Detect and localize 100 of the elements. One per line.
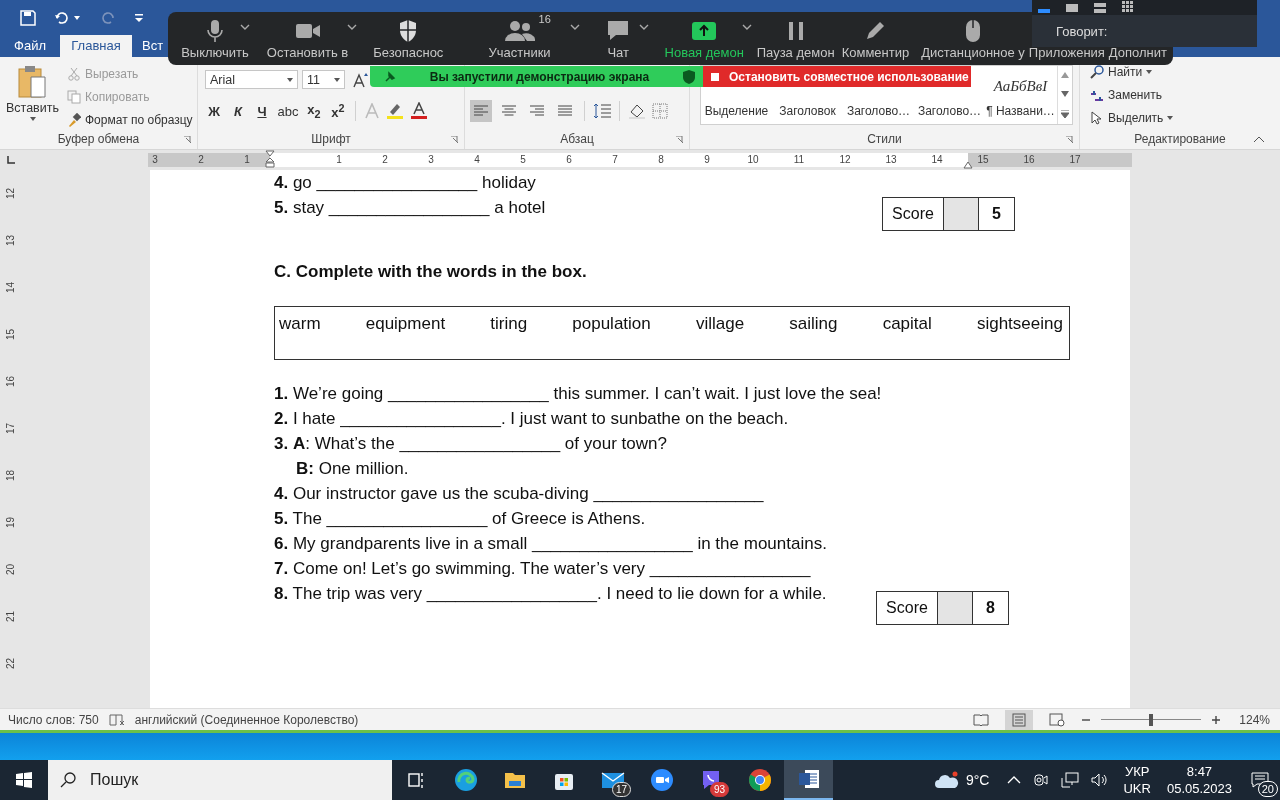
meeting-control[interactable]: Приложения — [1030, 45, 1103, 65]
speaking-label: Говорит: — [1056, 23, 1108, 39]
launcher-icon[interactable] — [676, 136, 684, 144]
view-option[interactable] — [1094, 3, 1106, 13]
temperature[interactable]: 9°C — [965, 772, 990, 788]
notifications-button[interactable]: 20 — [1240, 760, 1280, 800]
save-icon[interactable] — [20, 9, 36, 26]
zoom-slider-thumb[interactable] — [1149, 713, 1154, 726]
more-icon[interactable] — [1061, 109, 1069, 118]
proofing-icon[interactable] — [108, 712, 125, 727]
exercise-line: 7. Come on! Let’s go swimming. The water’s very _________________ — [274, 558, 811, 580]
group-label: Буфер обмена — [57, 132, 140, 146]
style-item[interactable]: Заголово… — [846, 102, 911, 120]
font-color-icon[interactable] — [410, 102, 428, 120]
editing-action[interactable]: Найти — [1090, 63, 1280, 81]
highlighter-icon[interactable] — [386, 102, 404, 120]
shading-icon[interactable] — [628, 103, 646, 119]
ruler-number: 12 — [839, 153, 851, 167]
style-item[interactable]: Заголовок — [779, 102, 836, 120]
meeting-control[interactable]: Комментир — [835, 12, 916, 65]
cloud-icon[interactable] — [933, 771, 960, 789]
count-badge: 93 — [709, 782, 729, 797]
caret-icon[interactable] — [74, 15, 80, 20]
meeting-control[interactable]: Новая демон — [652, 12, 756, 65]
book-icon — [973, 712, 990, 727]
format-button[interactable]: abc — [277, 103, 299, 119]
ruler-number: 15 — [4, 328, 18, 341]
meeting-control[interactable]: Безопаснос — [361, 12, 456, 65]
windows-start-icon[interactable] — [16, 772, 32, 788]
ruler-number: 5 — [520, 153, 526, 167]
camera-icon[interactable] — [1033, 772, 1050, 788]
exercise-line: 5. The _________________ of Greece is Athens. — [274, 508, 646, 530]
stop-icon — [711, 72, 719, 81]
style-item[interactable]: ¶ Названи… — [986, 102, 1055, 120]
meeting-control[interactable]: Остановить в — [254, 12, 362, 65]
view-option[interactable] — [1066, 3, 1078, 13]
meeting-control[interactable]: 16 Участники — [455, 12, 584, 65]
clock[interactable]: 8:47 05.05.2023 — [1166, 763, 1232, 797]
taskbar-app[interactable]: 17 — [588, 760, 637, 800]
line-spacing-icon[interactable] — [593, 103, 611, 119]
zoom-slider[interactable] — [1101, 712, 1202, 727]
view-button[interactable] — [1005, 709, 1034, 730]
chevron-up-icon[interactable] — [1007, 776, 1022, 784]
ruler-number: 17 — [4, 422, 18, 435]
scroll-up-icon[interactable] — [1061, 72, 1069, 79]
ruler-number: 16 — [4, 375, 18, 388]
taskbar-app[interactable] — [784, 760, 833, 800]
browser-wheel-icon — [747, 768, 772, 792]
language-status[interactable]: английский (Соединенное Королевство) — [134, 712, 359, 727]
grow-font-icon[interactable] — [353, 71, 369, 88]
stop-sharing-button[interactable]: Остановить совместное использование — [703, 66, 971, 87]
launcher-icon[interactable] — [184, 136, 192, 144]
word-count[interactable]: Число слов: 750 — [8, 712, 99, 727]
horizontal-ruler[interactable]: 3 2 1 1 2 3 4 5 6 7 8 9 10 11 12 13 14 15 16 17 — [148, 153, 1132, 167]
meeting-control[interactable]: Чат — [583, 12, 653, 65]
caret-icon — [29, 117, 36, 121]
keyboard-language[interactable]: УКР UKR — [1123, 763, 1151, 797]
editing-action[interactable]: Заменить — [1090, 86, 1280, 104]
style-item[interactable]: Выделение — [704, 102, 769, 120]
word: warm — [279, 313, 321, 335]
format-button[interactable]: Ч — [253, 103, 271, 119]
style-item[interactable]: Заголово… — [917, 102, 982, 120]
view-option[interactable] — [1122, 1, 1134, 13]
volume-icon[interactable] — [1091, 772, 1110, 788]
indent-marker-icon[interactable] — [265, 150, 275, 168]
format-button[interactable]: x$^{2}$ — [329, 101, 347, 121]
ribbon-tab[interactable]: Вст — [132, 35, 164, 57]
launcher-icon[interactable] — [1066, 136, 1074, 144]
font-size-field[interactable]: 11 — [302, 70, 345, 89]
network-icon[interactable] — [1061, 772, 1080, 788]
word: sightseeing — [976, 313, 1063, 335]
search-field[interactable]: Пошук — [48, 760, 392, 800]
meeting-control[interactable]: Дистанционное у — [915, 12, 1031, 65]
undo-icon[interactable] — [54, 9, 70, 26]
page-icon — [1011, 712, 1028, 727]
pin-icon[interactable] — [384, 70, 396, 83]
exercise-line: 2. I hate _________________. I just want to sunbathe on the beach. — [274, 408, 789, 430]
launcher-icon[interactable] — [451, 136, 459, 144]
scroll-down-icon[interactable] — [1061, 91, 1069, 97]
collapse-icon[interactable] — [1254, 136, 1264, 142]
score-total: 5 — [991, 204, 1002, 224]
zoom-in-icon[interactable] — [1211, 714, 1222, 725]
format-button[interactable]: К — [229, 103, 247, 119]
editing-action[interactable]: Выделить — [1090, 109, 1280, 127]
taskbar-app[interactable]: 93 — [686, 760, 735, 800]
format-button[interactable]: x$_{2}$ — [305, 102, 323, 120]
zoom-level[interactable]: 124% — [1239, 712, 1270, 727]
exercise-line: 6. My grandparents live in a small _________________ in the mountains. — [274, 533, 827, 555]
ribbon-tab[interactable]: Файл — [0, 35, 60, 57]
exercise-line: 3. A: What’s the _________________ of your town? — [274, 433, 667, 455]
copy-icon — [67, 90, 81, 104]
customize-icon[interactable] — [134, 12, 144, 23]
meeting-control[interactable]: Пауза демон — [755, 12, 836, 65]
format-button[interactable]: Ж — [205, 103, 223, 119]
ribbon-tab[interactable]: Главная — [60, 35, 132, 57]
paste-button[interactable]: Вставить — [6, 65, 59, 129]
font-name-field[interactable]: Arial — [205, 70, 298, 89]
clipboard-action[interactable]: Формат по образцу — [67, 111, 193, 129]
meeting-control[interactable]: Выключить — [176, 12, 254, 65]
ruler-number: 13 — [4, 234, 18, 247]
